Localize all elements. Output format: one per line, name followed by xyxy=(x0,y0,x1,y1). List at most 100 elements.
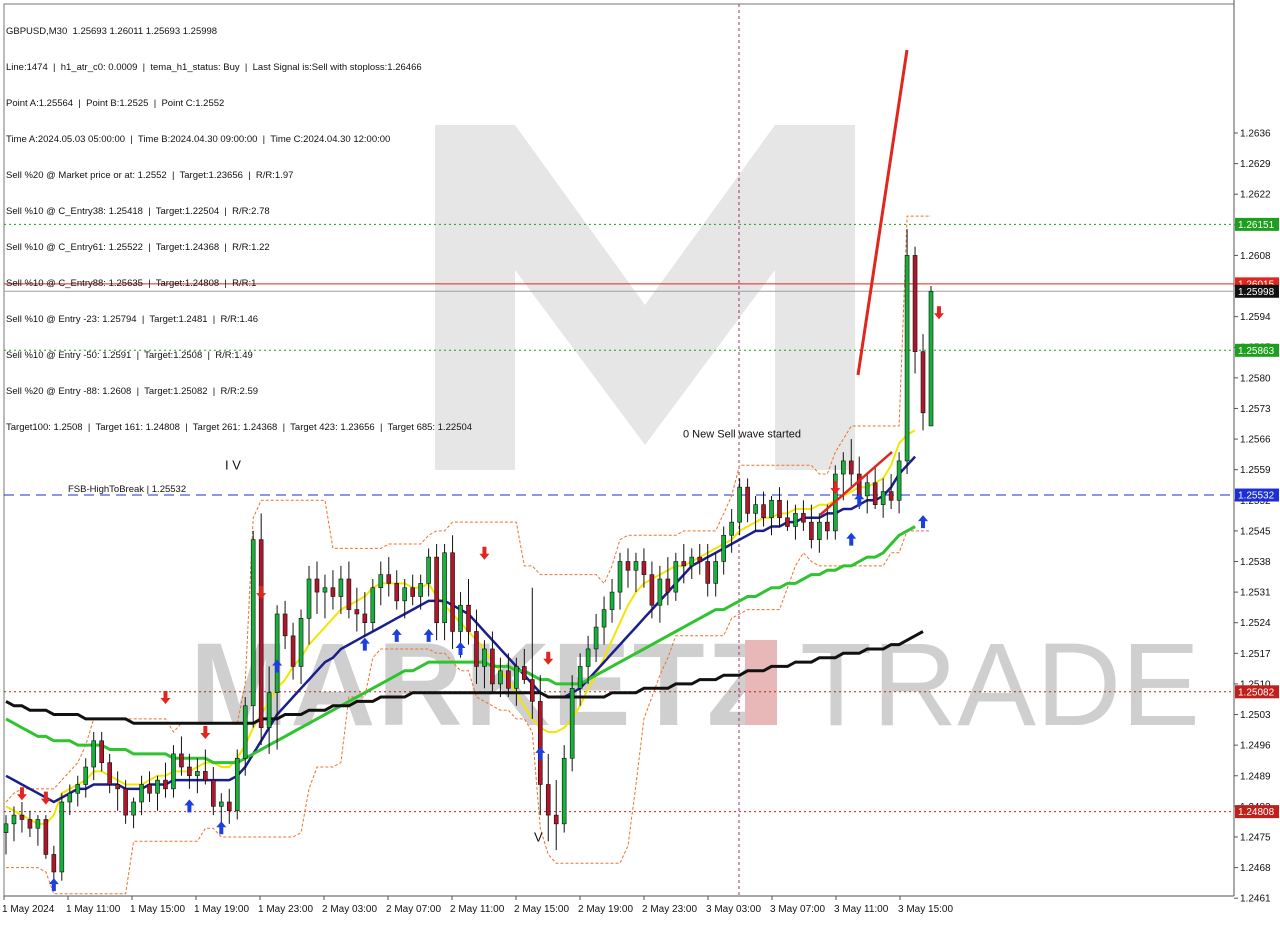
info-line: Sell %20 @ Entry -88: 1.2608 | Target:1.… xyxy=(6,386,259,397)
candle-body xyxy=(234,757,240,812)
candle-body xyxy=(35,819,41,829)
x-tick-label: 2 May 11:00 xyxy=(450,904,505,915)
candle-body xyxy=(139,784,144,803)
candle-body xyxy=(673,561,679,593)
candle-body xyxy=(649,574,655,606)
candle-body xyxy=(219,801,224,807)
x-tick-label: 1 May 11:00 xyxy=(66,904,121,915)
candle-body xyxy=(410,587,415,597)
candle-body xyxy=(713,561,718,584)
candle-body xyxy=(474,631,479,667)
candle-body xyxy=(242,705,248,759)
y-tick-label: 1.2636 xyxy=(1240,128,1271,139)
candle-body xyxy=(753,504,758,514)
candle-body xyxy=(274,613,280,693)
y-tick-label: 1.2503 xyxy=(1240,710,1271,721)
candle-body xyxy=(641,561,647,575)
y-tick-label: 1.2566 xyxy=(1240,435,1271,446)
candle-body xyxy=(817,521,822,540)
candle-body xyxy=(91,740,97,768)
candle-body xyxy=(187,766,192,777)
candle-body xyxy=(282,613,288,637)
candle-body xyxy=(179,753,184,768)
candle-body xyxy=(769,499,774,519)
info-line: Sell %10 @ C_Entry88: 1.25635 | Target:1… xyxy=(6,278,257,289)
x-tick-label: 2 May 23:00 xyxy=(642,904,697,915)
candle-body xyxy=(394,583,400,602)
candle-body xyxy=(633,561,639,571)
y-tick-label: 1.2475 xyxy=(1240,832,1271,843)
y-tick-label: 1.2580 xyxy=(1240,373,1271,384)
candle-body xyxy=(163,779,168,790)
info-line: Line:1474 | h1_atr_c0: 0.0009 | tema_h1_… xyxy=(6,62,422,73)
x-tick-label: 1 May 19:00 xyxy=(194,904,249,915)
candle-body xyxy=(346,578,352,610)
candle-body xyxy=(777,499,782,519)
price-label: 1.26151 xyxy=(1238,220,1275,231)
candle-body xyxy=(27,819,33,829)
candle-body xyxy=(11,814,17,825)
candle-body xyxy=(442,552,447,624)
candle-body xyxy=(904,255,910,462)
candle-body xyxy=(697,556,703,562)
candle-body xyxy=(912,255,918,352)
candle-body xyxy=(529,679,535,702)
x-tick-label: 2 May 03:00 xyxy=(322,904,377,915)
candle-body xyxy=(426,556,431,584)
info-line: Time A:2024.05.03 05:00:00 | Time B:2024… xyxy=(6,134,391,145)
candle-body xyxy=(737,486,742,523)
candle-body xyxy=(514,666,519,689)
y-tick-label: 1.2496 xyxy=(1240,741,1271,752)
candle-body xyxy=(258,539,264,728)
x-tick-label: 1 May 15:00 xyxy=(130,904,185,915)
candle-body xyxy=(67,792,73,803)
y-tick-label: 1.2461 xyxy=(1240,894,1271,905)
y-tick-label: 1.2524 xyxy=(1240,618,1271,629)
candle-body xyxy=(354,609,360,615)
y-tick-label: 1.2629 xyxy=(1240,159,1271,170)
y-tick-label: 1.2622 xyxy=(1240,190,1271,201)
candle-body xyxy=(545,784,551,816)
candle-body xyxy=(370,587,376,624)
candle-body xyxy=(378,574,384,589)
candle-body xyxy=(458,604,463,632)
candle-body xyxy=(920,351,926,414)
x-tick-label: 2 May 19:00 xyxy=(578,904,633,915)
candle-body xyxy=(482,648,487,667)
candle-body xyxy=(561,757,567,825)
candle-body xyxy=(617,561,623,593)
candle-body xyxy=(665,578,671,593)
candle-body xyxy=(386,574,392,584)
info-line: Sell %10 @ Entry -50: 1.2591 | Target:1.… xyxy=(6,350,253,361)
candle-body xyxy=(203,771,208,781)
watermark-bar xyxy=(745,640,777,725)
candle-body xyxy=(226,801,232,812)
candle-body xyxy=(466,604,471,632)
info-line: Target100: 1.2508 | Target 161: 1.24808 … xyxy=(6,422,473,433)
x-tick-label: 1 May 2024 xyxy=(2,904,55,915)
candle-body xyxy=(506,670,511,689)
candle-body xyxy=(338,578,344,597)
candle-body xyxy=(123,788,128,816)
candle-body xyxy=(657,578,663,606)
candle-body xyxy=(115,784,120,790)
wave-iv-label: I V xyxy=(225,458,241,473)
candle-body xyxy=(809,521,814,540)
candle-body xyxy=(306,578,312,619)
x-tick-label: 3 May 07:00 xyxy=(770,904,825,915)
candle-body xyxy=(840,460,846,475)
candle-body xyxy=(19,814,25,820)
candle-body xyxy=(155,779,160,794)
candle-body xyxy=(51,854,57,873)
candle-body xyxy=(801,513,806,523)
candle-body xyxy=(553,814,559,825)
fsb-label: FSB-HighToBreak | 1.25532 xyxy=(68,484,186,495)
candle-body xyxy=(625,561,631,571)
candle-body xyxy=(872,482,878,505)
x-tick-label: 1 May 23:00 xyxy=(258,904,313,915)
candle-body xyxy=(147,784,152,794)
candle-body xyxy=(418,583,423,597)
candle-body xyxy=(59,801,65,873)
info-panel: GBPUSD,M30 1.25693 1.26011 1.25693 1.259… xyxy=(6,2,472,458)
y-tick-label: 1.2559 xyxy=(1240,465,1271,476)
